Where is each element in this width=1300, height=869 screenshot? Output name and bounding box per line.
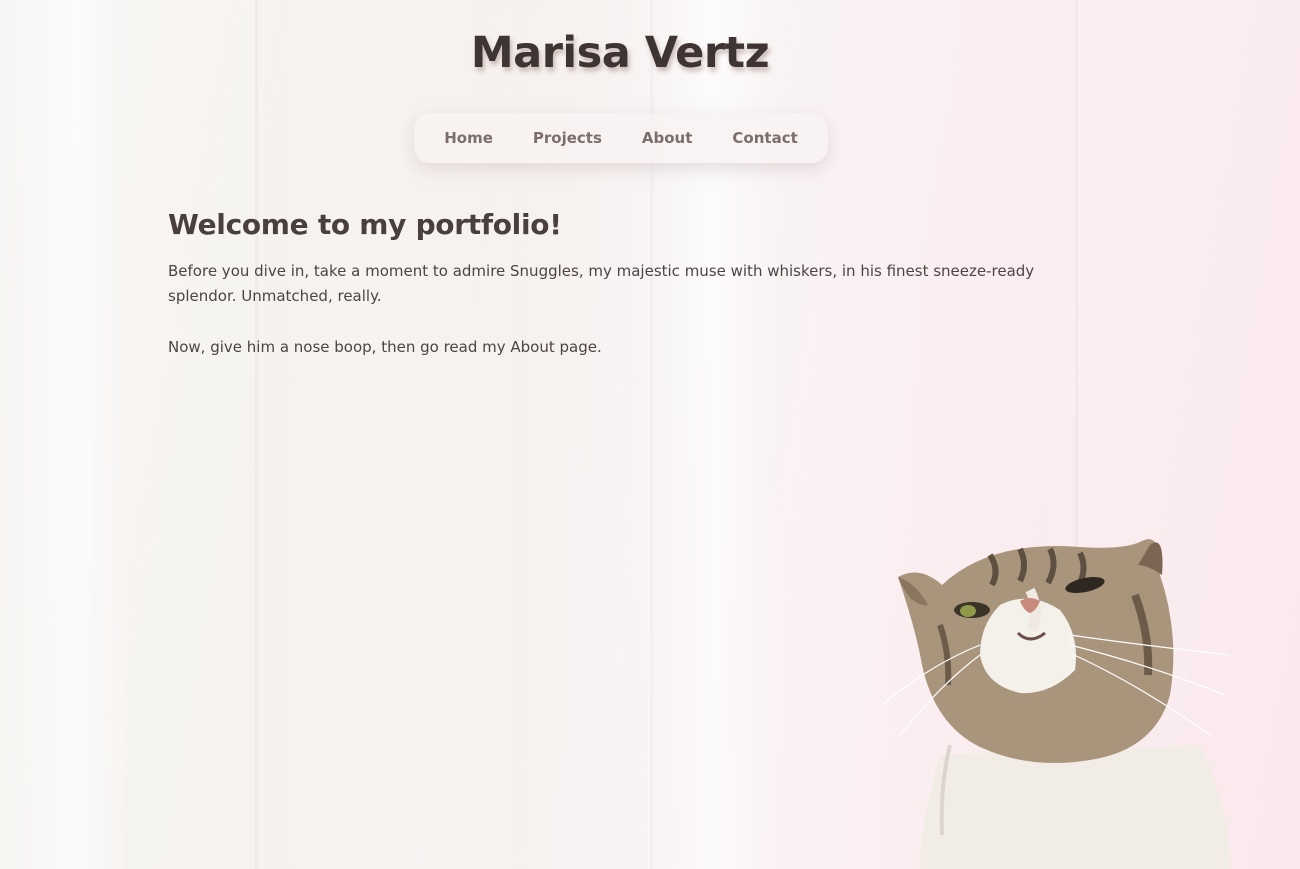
page-heading: Welcome to my portfolio!: [168, 208, 562, 241]
nav-contact-link[interactable]: Contact: [732, 129, 797, 147]
main-content: Welcome to my portfolio! Before you dive…: [168, 208, 1068, 360]
background-texture: [255, 0, 258, 869]
nav-about-link[interactable]: About: [642, 129, 693, 147]
main-nav: Home Projects About Contact: [414, 113, 828, 163]
site-title: Marisa Vertz: [470, 28, 770, 78]
intro-paragraph: Before you dive in, take a moment to adm…: [168, 262, 1035, 305]
cat-image: [881, 539, 1231, 869]
boop-paragraph: Now, give him a nose boop, then go read …: [168, 338, 602, 356]
nav-home-link[interactable]: Home: [444, 129, 493, 147]
nav-projects-link[interactable]: Projects: [533, 129, 602, 147]
